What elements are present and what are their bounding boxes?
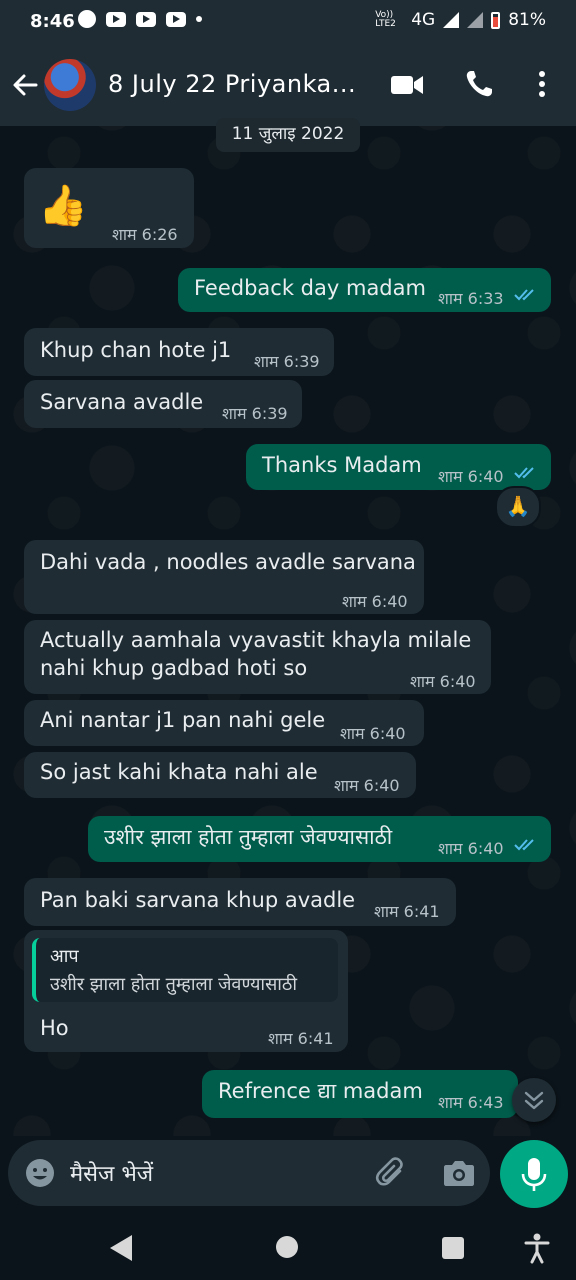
message-emoji: 👍	[38, 183, 88, 229]
voice-message-button[interactable]	[500, 1140, 568, 1208]
quoted-message[interactable]: आप उशीर झाला होता तुम्हाला जेवण्यासाठी	[32, 938, 338, 1002]
message-incoming[interactable]: 👍 शाम 6:26	[24, 168, 194, 248]
contact-name[interactable]: 8 July 22 Priyanka...	[108, 70, 356, 98]
message-text: Feedback day madam	[194, 276, 426, 300]
message-text: Ani nantar j1 pan nahi gele	[40, 708, 326, 732]
notification-icons	[78, 10, 202, 28]
camera-icon[interactable]	[442, 1157, 476, 1189]
message-time: शाम 6:33	[438, 289, 504, 308]
message-reaction[interactable]: 🙏	[495, 486, 541, 528]
quoted-author: आप	[50, 946, 79, 967]
messenger-icon	[78, 10, 96, 28]
emoji-icon[interactable]	[24, 1157, 56, 1189]
message-time: शाम 6:40	[438, 839, 504, 858]
youtube-icon	[166, 11, 186, 27]
youtube-icon	[106, 11, 126, 27]
youtube-icon	[136, 11, 156, 27]
message-text: Ho	[40, 1016, 69, 1040]
double-chevron-down-icon	[524, 1091, 544, 1110]
message-time: शाम 6:26	[112, 225, 178, 244]
message-text: So jast kahi khata nahi ale	[40, 760, 318, 784]
mic-icon	[521, 1158, 547, 1191]
read-ticks-icon	[514, 467, 534, 479]
accessibility-icon[interactable]	[522, 1232, 552, 1264]
scroll-to-bottom-button[interactable]	[512, 1078, 556, 1122]
message-time: शाम 6:40	[334, 776, 400, 795]
message-time: शाम 6:40	[438, 467, 504, 486]
status-time: 8:46	[30, 11, 75, 32]
message-time: शाम 6:39	[254, 352, 320, 371]
message-text: Refrence द्या madam	[218, 1079, 423, 1103]
message-text: Thanks Madam	[262, 453, 422, 477]
message-time: शाम 6:40	[340, 724, 406, 743]
message-incoming[interactable]: Ani nantar j1 pan nahi gele शाम 6:40	[24, 700, 424, 746]
chat-header: 8 July 22 Priyanka...	[0, 44, 576, 126]
volte-label: Vo)) LTE2	[375, 10, 396, 29]
status-right: Vo)) LTE2 4G 81%	[375, 10, 546, 30]
nav-home-icon[interactable]	[276, 1236, 298, 1258]
battery-icon	[491, 11, 501, 29]
message-time: शाम 6:41	[374, 902, 440, 921]
message-outgoing[interactable]: उशीर झाला होता तुम्हाला जेवण्यासाठी शाम …	[88, 816, 551, 862]
more-notifications-icon	[196, 16, 202, 22]
message-time: शाम 6:41	[268, 1029, 334, 1048]
system-nav-bar	[0, 1214, 576, 1280]
avatar[interactable]	[44, 59, 96, 111]
status-bar: 8:46 Vo)) LTE2 4G 81%	[0, 0, 576, 44]
message-incoming[interactable]: So jast kahi khata nahi ale शाम 6:40	[24, 752, 416, 798]
message-text: Sarvana avadle	[40, 390, 204, 414]
message-incoming[interactable]: Sarvana avadle शाम 6:39	[24, 380, 302, 428]
signal-icon	[467, 12, 484, 28]
message-text: Khup chan hote j1	[40, 338, 232, 362]
phone-icon[interactable]	[463, 68, 495, 100]
quoted-text: उशीर झाला होता तुम्हाला जेवण्यासाठी	[50, 974, 298, 995]
nav-recents-icon[interactable]	[442, 1237, 464, 1259]
signal-icon	[443, 12, 460, 28]
message-incoming[interactable]: Dahi vada , noodles avadle sarvana शाम 6…	[24, 540, 424, 614]
message-incoming-reply[interactable]: आप उशीर झाला होता तुम्हाला जेवण्यासाठी H…	[24, 930, 348, 1052]
message-text: Actually aamhala vyavastit khayla milale…	[40, 628, 472, 680]
message-outgoing[interactable]: Refrence द्या madam शाम 6:43	[202, 1070, 518, 1118]
message-incoming[interactable]: Khup chan hote j1 शाम 6:39	[24, 328, 334, 376]
message-text: Dahi vada , noodles avadle sarvana	[40, 550, 416, 574]
more-vert-icon[interactable]	[530, 68, 554, 100]
read-ticks-icon	[514, 289, 534, 301]
message-incoming[interactable]: Actually aamhala vyavastit khayla milale…	[24, 620, 491, 694]
read-ticks-icon	[514, 839, 534, 851]
back-arrow-icon[interactable]	[10, 70, 40, 100]
message-time: शाम 6:40	[410, 672, 476, 691]
message-composer	[8, 1140, 490, 1206]
network-type: 4G	[411, 10, 436, 30]
nav-back-icon[interactable]	[110, 1235, 132, 1261]
message-time: शाम 6:43	[438, 1093, 504, 1112]
date-separator: 11 जुलाइ 2022	[216, 118, 360, 152]
message-outgoing[interactable]: Thanks Madam शाम 6:40	[246, 444, 551, 490]
message-input[interactable]	[68, 1154, 362, 1194]
video-call-icon[interactable]	[390, 70, 424, 100]
message-outgoing[interactable]: Feedback day madam शाम 6:33	[178, 268, 551, 312]
message-time: शाम 6:40	[342, 592, 408, 611]
message-text: Pan baki sarvana khup avadle	[40, 888, 356, 912]
message-text: उशीर झाला होता तुम्हाला जेवण्यासाठी	[104, 825, 393, 849]
message-time: शाम 6:39	[222, 404, 288, 423]
message-incoming[interactable]: Pan baki sarvana khup avadle शाम 6:41	[24, 878, 456, 926]
attach-icon[interactable]	[374, 1156, 408, 1190]
battery-level: 81%	[508, 10, 546, 30]
